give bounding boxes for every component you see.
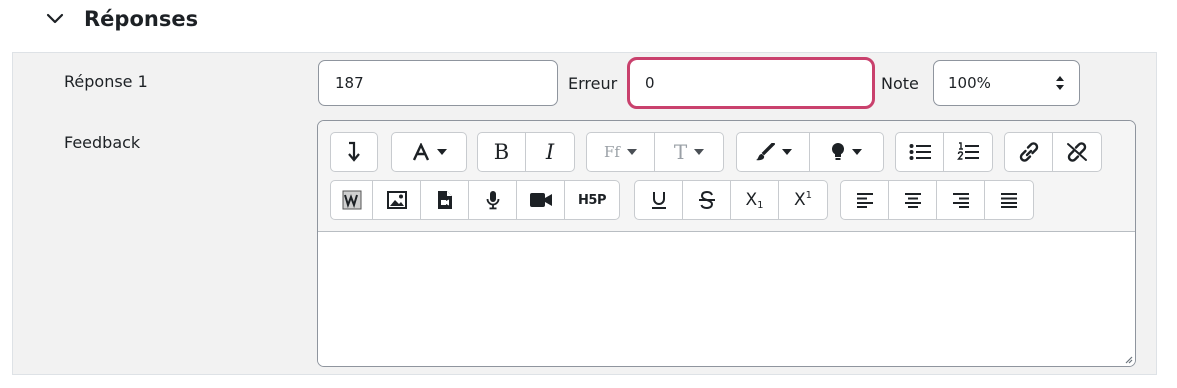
align-center-icon bbox=[904, 193, 921, 208]
font-family-button[interactable]: Ff bbox=[587, 133, 655, 171]
align-justify-icon bbox=[1001, 193, 1017, 208]
ordered-list-button[interactable] bbox=[944, 133, 992, 171]
superscript-button[interactable]: X1 bbox=[779, 181, 827, 219]
grade-select-value: 100% bbox=[948, 74, 991, 92]
align-left-button[interactable] bbox=[841, 181, 889, 219]
unordered-list-button[interactable] bbox=[896, 133, 944, 171]
link-button[interactable] bbox=[1005, 133, 1053, 171]
word-paste-icon bbox=[342, 190, 361, 210]
align-justify-button[interactable] bbox=[985, 181, 1033, 219]
file-video-icon bbox=[437, 191, 452, 209]
align-left-icon bbox=[856, 193, 873, 208]
error-label: Erreur bbox=[568, 74, 618, 93]
caret-down-icon bbox=[436, 149, 447, 155]
list-numbered-icon bbox=[957, 142, 979, 160]
paintbrush-icon bbox=[755, 143, 775, 161]
unlink-button[interactable] bbox=[1053, 133, 1101, 171]
insert-image-button[interactable] bbox=[373, 181, 421, 219]
arrow-down-icon bbox=[348, 141, 360, 162]
toolbar-group-font: Ff T bbox=[586, 132, 724, 172]
link-icon bbox=[1019, 142, 1038, 162]
chevron-down-icon[interactable] bbox=[44, 8, 66, 30]
page: Réponses Réponse 1 Erreur Note 100% Feed… bbox=[0, 0, 1177, 388]
video-camera-icon bbox=[529, 193, 552, 207]
editor-toolbar: B I Ff T H5P X 1 X 1 bbox=[318, 121, 1135, 232]
align-right-icon bbox=[952, 193, 969, 208]
image-icon bbox=[386, 191, 407, 209]
h5p-icon: H5P bbox=[578, 192, 606, 208]
select-arrows-icon bbox=[1056, 76, 1064, 90]
strikethrough-button[interactable] bbox=[683, 181, 731, 219]
subscript-digit: 1 bbox=[757, 199, 764, 211]
paste-from-word-button[interactable] bbox=[331, 181, 373, 219]
caret-down-icon bbox=[852, 149, 862, 155]
caret-down-icon bbox=[781, 149, 792, 155]
toolbar-group-lists bbox=[895, 132, 993, 172]
answer-label: Réponse 1 bbox=[64, 72, 148, 91]
toolbar-group-links bbox=[1004, 132, 1102, 172]
bold-button[interactable]: B bbox=[478, 133, 526, 171]
underline-icon bbox=[651, 192, 666, 209]
grade-select[interactable]: 100% bbox=[933, 60, 1080, 106]
toolbar-group-style bbox=[391, 132, 467, 172]
font-size-label: T bbox=[673, 140, 688, 164]
caret-down-icon bbox=[694, 149, 705, 155]
toolbar-group-collapse bbox=[330, 132, 378, 172]
lightbulb-icon bbox=[832, 143, 844, 160]
insert-h5p-button[interactable]: H5P bbox=[565, 181, 619, 219]
subscript-button[interactable]: X1 bbox=[731, 181, 779, 219]
font-family-label: Ff bbox=[604, 143, 620, 161]
list-bullet-icon bbox=[909, 144, 931, 160]
toolbar-group-align bbox=[840, 180, 1034, 220]
answer-input[interactable] bbox=[318, 60, 558, 106]
unlink-icon bbox=[1067, 142, 1087, 162]
collapse-toolbar-button[interactable] bbox=[331, 133, 377, 171]
feedback-text-area[interactable] bbox=[318, 233, 1135, 366]
resize-grip-icon[interactable] bbox=[1123, 354, 1133, 364]
toolbar-group-colors bbox=[736, 132, 884, 172]
feedback-editor: B I Ff T H5P X 1 X 1 bbox=[317, 120, 1136, 367]
align-right-button[interactable] bbox=[937, 181, 985, 219]
underline-button[interactable] bbox=[635, 181, 683, 219]
toolbar-group-bold-italic: B I bbox=[477, 132, 575, 172]
align-center-button[interactable] bbox=[889, 181, 937, 219]
font-style-icon bbox=[412, 143, 429, 161]
section-header[interactable]: Réponses bbox=[44, 2, 198, 36]
section-title: Réponses bbox=[84, 7, 199, 31]
microphone-icon bbox=[486, 191, 499, 210]
caret-down-icon bbox=[626, 149, 637, 155]
superscript-digit: 1 bbox=[805, 189, 813, 201]
toolbar-group-text-format: X1 X1 bbox=[634, 180, 828, 220]
font-color-button[interactable] bbox=[737, 133, 810, 171]
record-video-button[interactable] bbox=[517, 181, 565, 219]
superscript-label: X bbox=[793, 190, 806, 210]
paragraph-style-button[interactable] bbox=[392, 133, 466, 171]
insert-media-button[interactable] bbox=[421, 181, 469, 219]
font-size-button[interactable]: T bbox=[655, 133, 723, 171]
background-color-button[interactable] bbox=[810, 133, 883, 171]
subscript-label: X bbox=[745, 190, 758, 210]
error-input[interactable] bbox=[627, 57, 875, 109]
record-audio-button[interactable] bbox=[469, 181, 517, 219]
italic-button[interactable]: I bbox=[526, 133, 574, 171]
toolbar-group-media: H5P bbox=[330, 180, 620, 220]
grade-label: Note bbox=[881, 74, 919, 93]
feedback-label: Feedback bbox=[64, 133, 141, 152]
strikethrough-icon bbox=[698, 190, 715, 210]
